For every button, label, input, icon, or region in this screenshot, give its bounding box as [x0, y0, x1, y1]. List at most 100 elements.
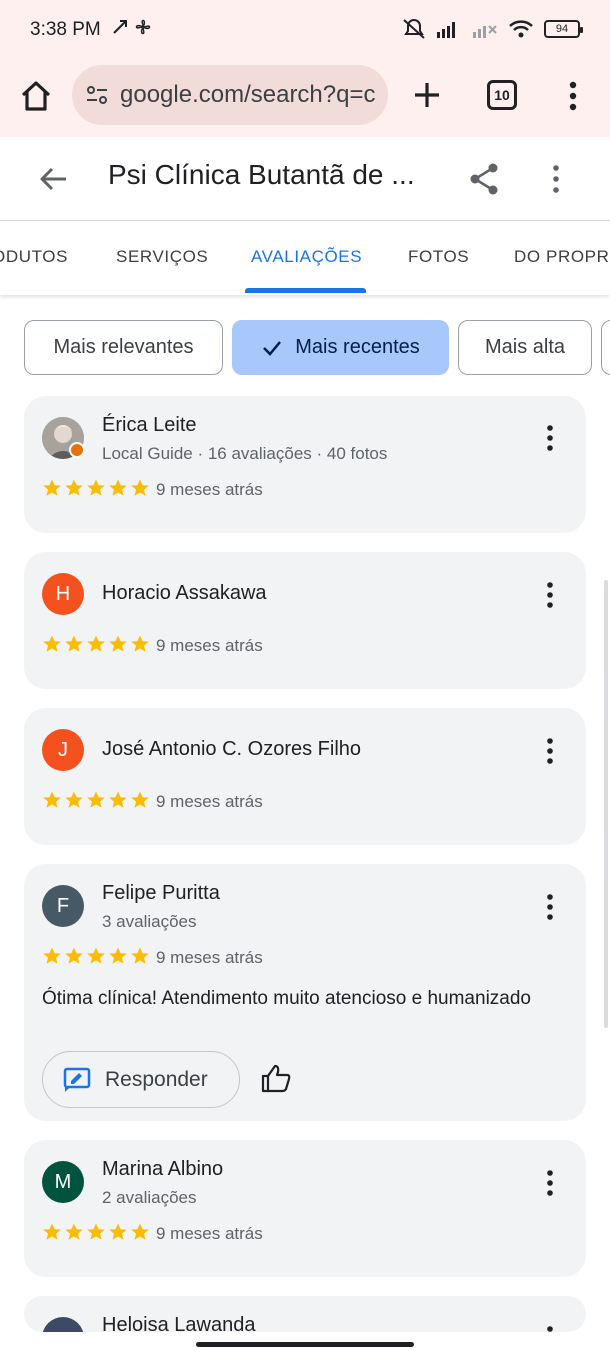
back-arrow-icon[interactable]: [36, 161, 72, 197]
star-icon: [43, 635, 61, 652]
tab-switcher-button[interactable]: 10: [487, 80, 517, 110]
reply-button[interactable]: Responder: [42, 1051, 240, 1108]
star-icon: [131, 791, 149, 808]
star-icon: [65, 1223, 83, 1240]
tab-produtos[interactable]: ODUTOS: [0, 247, 68, 267]
tab-count: 10: [494, 87, 510, 103]
star-icon: [87, 791, 105, 808]
star-icon: [65, 791, 83, 808]
avatar[interactable]: F: [42, 885, 84, 927]
star-icon: [109, 635, 127, 652]
reviewer-meta: 3 avaliações: [102, 912, 197, 931]
chip-mais-relevantes[interactable]: Mais relevantes: [24, 320, 223, 375]
more-options-icon[interactable]: [544, 161, 568, 197]
star-icon: [131, 947, 149, 964]
home-icon[interactable]: [18, 78, 54, 114]
review-card: Heloisa Lawanda: [24, 1296, 586, 1332]
tab-avaliacoes[interactable]: AVALIAÇÕES: [251, 247, 362, 267]
site-settings-icon[interactable]: [84, 82, 110, 108]
review-date: 9 meses atrás: [156, 636, 263, 655]
status-system-icons: 94: [402, 18, 583, 40]
reviewer-name[interactable]: Marina Albino: [102, 1158, 223, 1181]
reply-label: Responder: [105, 1067, 208, 1091]
tab-do-proprietario[interactable]: DO PROPRI: [514, 247, 610, 267]
chip-label: Mais alta: [484, 336, 566, 358]
review-card: M Marina Albino 2 avaliações 9 meses atr…: [24, 1140, 586, 1277]
star-rating: [42, 790, 150, 810]
avatar[interactable]: M: [42, 1161, 84, 1203]
star-icon: [109, 791, 127, 808]
star-icon: [131, 1223, 149, 1240]
reviewer-name[interactable]: José Antonio C. Ozores Filho: [102, 738, 361, 761]
sort-chips: Mais relevantes Mais recentes Mais alta: [0, 320, 610, 376]
address-bar-url: google.com/search?q=c: [120, 81, 376, 108]
active-tab-indicator: [245, 288, 366, 293]
review-options-icon[interactable]: [542, 893, 558, 921]
reply-icon: [63, 1067, 91, 1092]
review-text: Ótima clínica! Atendimento muito atencio…: [42, 988, 531, 1009]
star-icon: [87, 947, 105, 964]
review-options-icon[interactable]: [542, 737, 558, 765]
star-icon: [109, 479, 127, 496]
avatar[interactable]: H: [42, 573, 84, 615]
star-icon: [65, 947, 83, 964]
review-options-icon[interactable]: [542, 1169, 558, 1197]
address-bar[interactable]: google.com/search?q=c: [72, 65, 388, 125]
scrollbar[interactable]: [604, 580, 608, 1028]
star-icon: [131, 479, 149, 496]
review-date: 9 meses atrás: [156, 948, 263, 967]
tab-fotos[interactable]: FOTOS: [408, 247, 469, 267]
star-icon: [109, 947, 127, 964]
status-notification-icons: [112, 18, 152, 36]
wifi-icon: [509, 20, 533, 38]
star-icon: [65, 635, 83, 652]
reviewer-name[interactable]: Érica Leite: [102, 414, 197, 437]
signal-arrow-icon: [113, 20, 127, 34]
place-tabs: ODUTOS SERVIÇOS AVALIAÇÕES FOTOS DO PROP…: [0, 221, 610, 295]
home-gesture-handle[interactable]: [196, 1342, 414, 1347]
avatar-initial: H: [55, 582, 71, 605]
cell-signal-weak-icon: [473, 25, 497, 38]
battery-level: 94: [555, 23, 569, 35]
chip-label: Mais relevantes: [53, 336, 194, 358]
browser-toolbar: google.com/search?q=c 10: [0, 60, 610, 136]
review-date: 9 meses atrás: [156, 1224, 263, 1243]
reviewer-name[interactable]: Felipe Puritta: [102, 882, 220, 905]
star-icon: [131, 635, 149, 652]
review-options-icon[interactable]: [542, 581, 558, 609]
fan-icon: [135, 19, 151, 35]
review-card: Érica Leite Local Guide · 16 avaliações …: [24, 396, 586, 533]
star-icon: [109, 1223, 127, 1240]
review-card: F Felipe Puritta 3 avaliações 9 meses at…: [24, 864, 586, 1121]
reviewer-name[interactable]: Horacio Assakawa: [102, 582, 267, 605]
tab-servicos[interactable]: SERVIÇOS: [116, 247, 208, 267]
star-rating: [42, 946, 150, 966]
browser-menu-icon[interactable]: [560, 78, 586, 114]
check-icon: [263, 340, 282, 356]
chip-mais-baixa[interactable]: [601, 320, 610, 375]
review-date: 9 meses atrás: [156, 792, 263, 811]
star-icon: [65, 479, 83, 496]
review-options-icon[interactable]: [542, 1325, 558, 1332]
avatar-initial: J: [58, 738, 68, 761]
local-guide-badge-icon: [69, 442, 85, 458]
review-options-icon[interactable]: [542, 424, 558, 452]
new-tab-icon[interactable]: [410, 78, 444, 112]
star-rating: [42, 478, 150, 498]
star-icon: [87, 635, 105, 652]
star-icon: [43, 1223, 61, 1240]
reviewer-name[interactable]: Heloisa Lawanda: [102, 1314, 255, 1332]
star-rating: [42, 634, 150, 654]
star-icon: [43, 479, 61, 496]
system-nav-bar: [0, 1332, 610, 1356]
avatar[interactable]: [42, 1317, 84, 1332]
chip-mais-alta[interactable]: Mais alta: [458, 320, 592, 375]
thumbs-up-icon[interactable]: [260, 1063, 292, 1095]
avatar[interactable]: J: [42, 729, 84, 771]
chip-mais-recentes[interactable]: Mais recentes: [232, 320, 449, 375]
place-title: Psi Clínica Butantã de ...: [108, 159, 415, 190]
star-rating: [42, 1222, 150, 1242]
mute-icon: [403, 19, 425, 39]
star-icon: [43, 947, 61, 964]
share-icon[interactable]: [466, 161, 502, 197]
